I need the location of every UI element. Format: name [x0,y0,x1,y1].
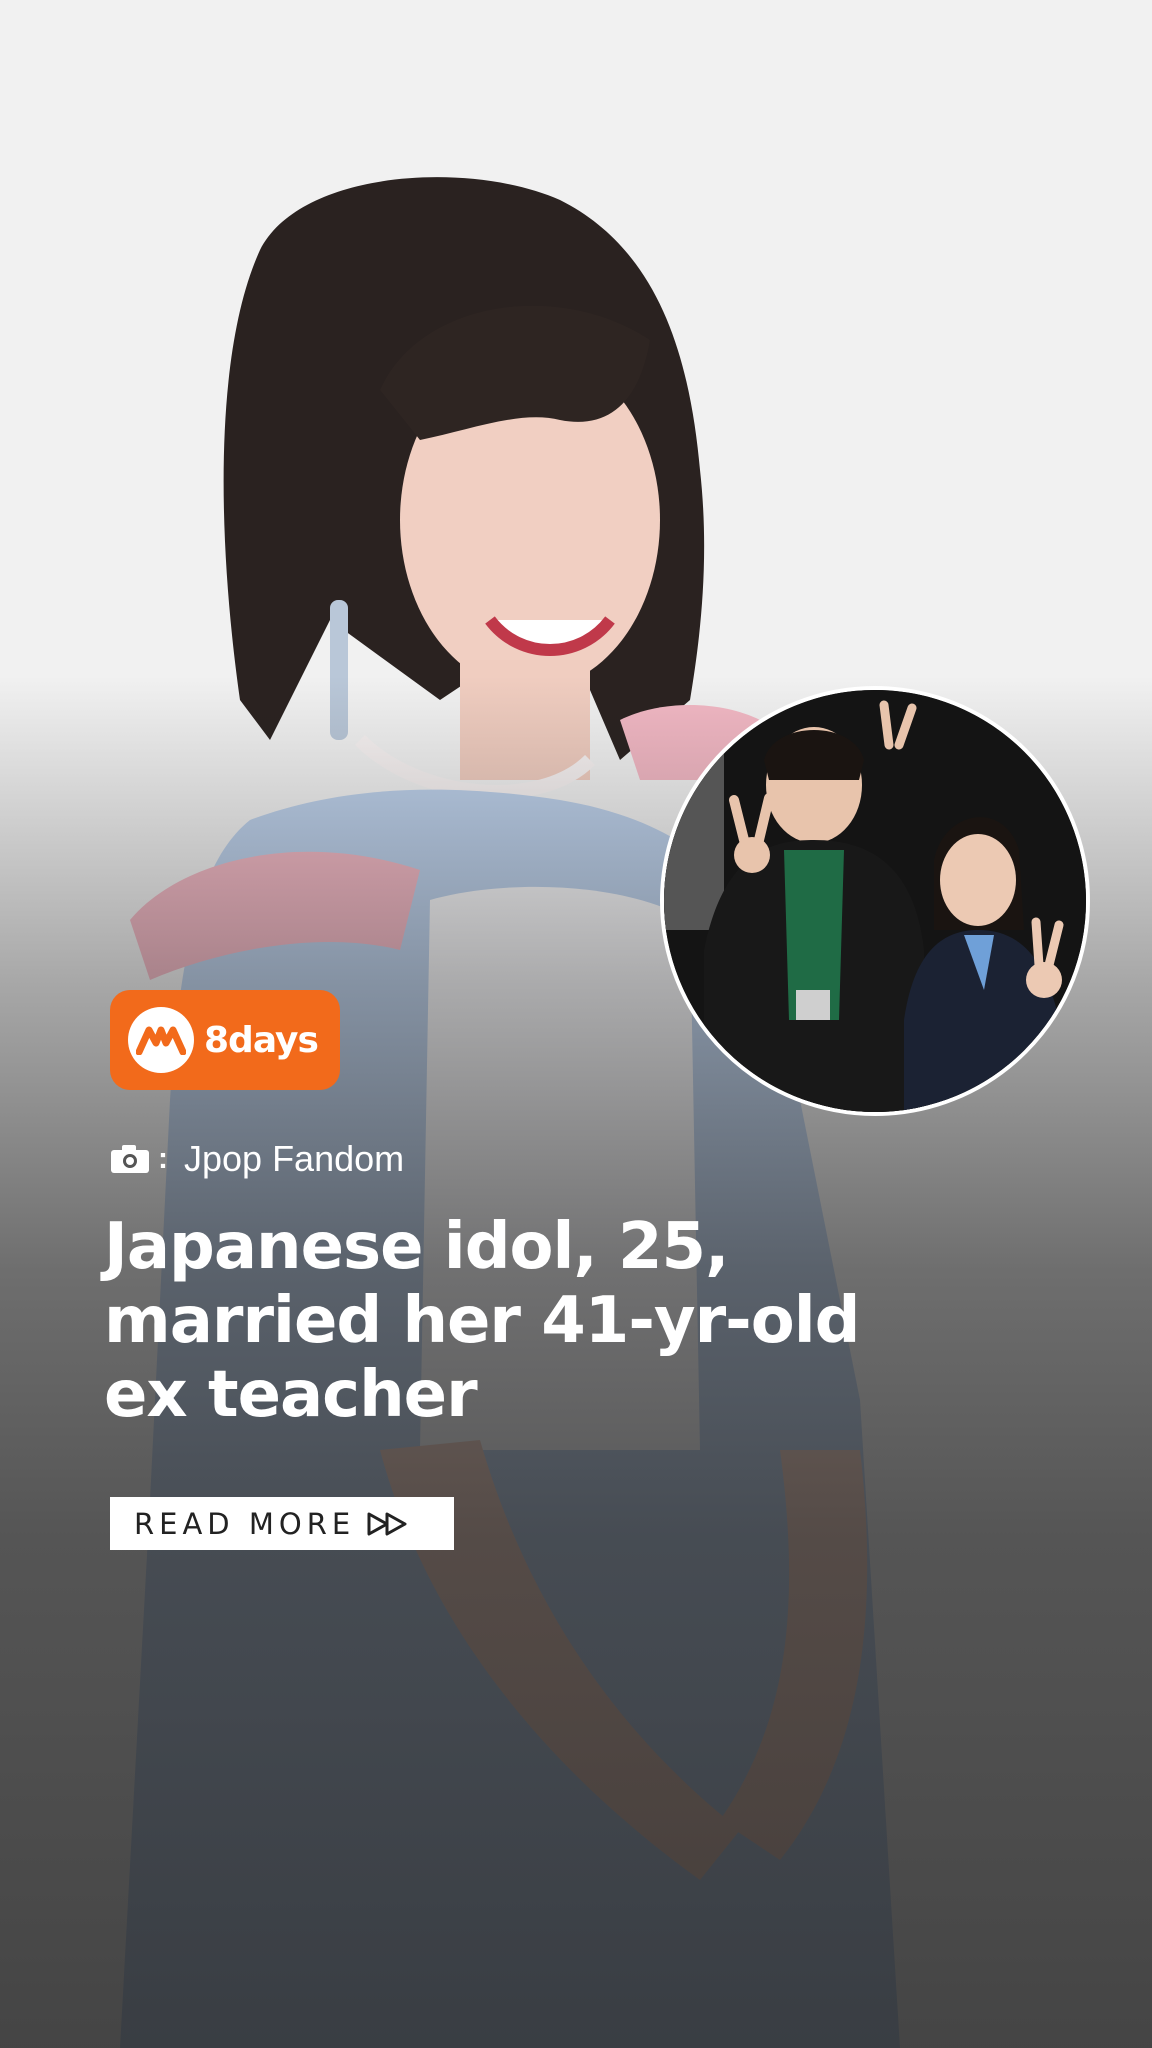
read-more-label: READ MORE [134,1506,356,1541]
headline-line: ex teacher [104,1358,478,1432]
inset-circle-photo [660,686,1090,1116]
brand-name: 8days [204,1019,319,1061]
brand-logo[interactable]: 8days [110,990,340,1090]
8days-logo-icon [128,1007,194,1073]
credit-source: Jpop Fandom [184,1138,405,1179]
story-card[interactable]: 8days : Jpop Fandom Japanese idol, 25, m… [0,0,1152,2048]
fast-forward-icon [367,1512,409,1536]
headline: Japanese idol, 25, married her 41-yr-old… [104,1210,1084,1432]
read-more-button[interactable]: READ MORE [110,1497,454,1550]
headline-line: Japanese idol, 25, [104,1210,729,1284]
camera-icon [110,1144,150,1174]
headline-line: married her 41-yr-old [104,1284,860,1358]
photo-credit: : Jpop Fandom [110,1134,404,1184]
credit-separator: : [158,1142,168,1175]
